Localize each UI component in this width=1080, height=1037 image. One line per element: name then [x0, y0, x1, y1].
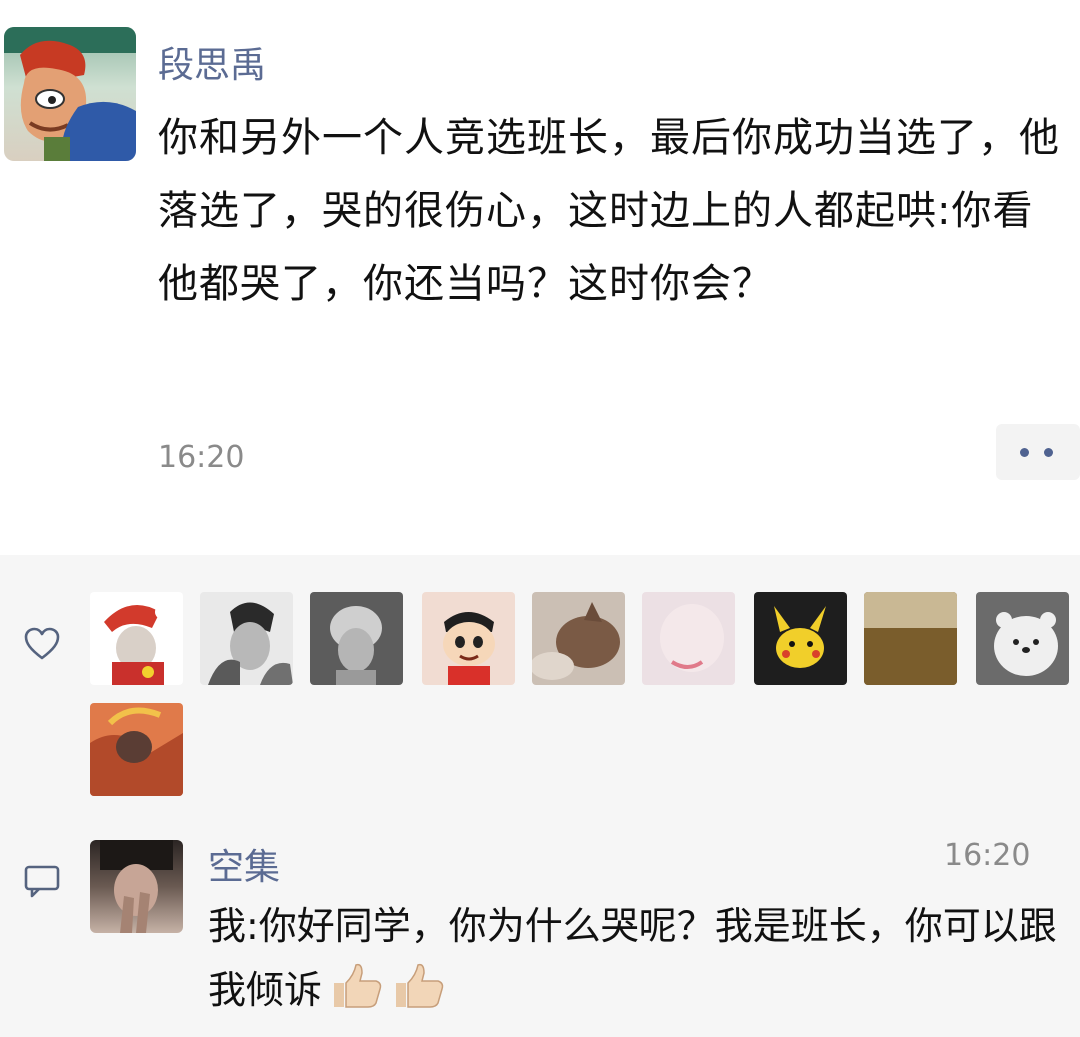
post-time: 16:20 [158, 440, 245, 475]
moment-post: 段思禹 你和另外一个人竞选班长，最后你成功当选了，他落选了，哭的很伤心，这时边上… [0, 0, 1080, 555]
more-dots-icon [1044, 448, 1053, 457]
post-author-name[interactable]: 段思禹 [158, 36, 266, 88]
like-avatar-7[interactable] [754, 592, 847, 685]
like-avatar-1[interactable] [90, 592, 183, 685]
like-avatar-4[interactable] [422, 592, 515, 685]
thumbs-up-icon [396, 963, 444, 1008]
post-content: 你和另外一个人竞选班长，最后你成功当选了，他落选了，哭的很伤心，这时边上的人都起… [158, 115, 1060, 307]
author-avatar[interactable] [4, 27, 136, 161]
comment-text: 我:你好同学，你为什么哭呢？我是班长，你可以跟我倾诉 [208, 894, 1058, 1022]
like-avatar-2[interactable] [200, 592, 293, 685]
like-avatar-6[interactable] [642, 592, 735, 685]
like-avatar-5[interactable] [532, 592, 625, 685]
heart-icon [24, 627, 60, 660]
commenter-avatar[interactable] [90, 840, 183, 933]
more-dots-icon [1020, 448, 1029, 457]
like-avatar-8[interactable] [864, 592, 957, 685]
like-avatar-9[interactable] [976, 592, 1069, 685]
commenter-name[interactable]: 空集 [208, 838, 280, 890]
thumbs-up-icon [334, 963, 382, 1008]
comment-icon [24, 865, 60, 898]
comment-time: 16:20 [944, 838, 1031, 873]
more-actions-button[interactable] [996, 424, 1080, 480]
like-avatar-3[interactable] [310, 592, 403, 685]
like-avatar-10[interactable] [90, 703, 183, 796]
